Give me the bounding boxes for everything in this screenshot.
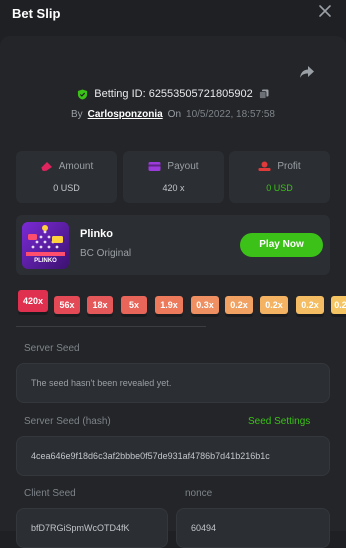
bet-datetime: 10/5/2022, 18:57:58 xyxy=(186,109,275,120)
stat-profit: Profit 0 USD xyxy=(229,151,330,203)
amount-icon xyxy=(40,162,52,171)
stat-amount-value: 0 USD xyxy=(53,183,80,193)
stat-payout-label: Payout xyxy=(167,161,199,172)
multiplier-chip: 0.2x xyxy=(296,296,324,317)
nonce-field[interactable]: 60494 xyxy=(176,508,330,548)
game-thumbnail[interactable]: PLINKO xyxy=(22,222,69,269)
username-link[interactable]: Carlosponzonia xyxy=(88,109,163,120)
seed-settings-link[interactable]: Seed Settings xyxy=(248,416,310,427)
stat-payout: Payout 420 x xyxy=(123,151,224,203)
stat-profit-label: Profit xyxy=(277,161,301,172)
nonce-label: nonce xyxy=(185,488,213,499)
on-label: On xyxy=(167,109,182,120)
stat-amount: Amount 0 USD xyxy=(16,151,117,203)
betting-id: Betting ID: 62553505721805902 xyxy=(94,88,253,100)
multiplier-chip: 5x xyxy=(121,296,147,317)
multiplier-chip: 420x xyxy=(18,290,48,315)
stat-payout-value: 420 x xyxy=(162,183,185,193)
multiplier-chip: 0.2x xyxy=(225,296,253,317)
share-icon[interactable] xyxy=(298,63,316,81)
multiplier-chip: 1.9x xyxy=(155,296,183,317)
by-label: By xyxy=(70,109,83,120)
multiplier-chip: 18x xyxy=(87,296,113,317)
dialog-title: Bet Slip xyxy=(12,6,61,21)
close-icon-glyph xyxy=(319,5,331,17)
game-name: Plinko xyxy=(80,228,114,240)
bet-byline: By Carlosponzonia On 10/5/2022, 18:57:58 xyxy=(0,109,346,120)
multiplier-chip: 0.3x xyxy=(191,296,219,317)
betting-id-row: Betting ID: 62553505721805902 xyxy=(0,88,346,100)
multiplier-chip: 0.2x xyxy=(331,296,346,317)
play-now-button[interactable]: Play Now xyxy=(240,233,323,257)
client-seed-label: Client Seed xyxy=(24,488,76,499)
game-thumbnail-text: PLINKO xyxy=(34,258,57,264)
multiplier-chip: 56x xyxy=(54,296,80,317)
server-seed-hash-label: Server Seed (hash) xyxy=(24,416,111,427)
game-subtitle: BC Original xyxy=(80,248,132,259)
copy-icon[interactable] xyxy=(258,89,269,99)
stat-amount-label: Amount xyxy=(58,161,94,172)
server-seed-field[interactable]: The seed hasn't been revealed yet. xyxy=(16,363,330,403)
divider xyxy=(16,326,206,327)
profit-icon xyxy=(258,161,271,171)
stat-profit-value: 0 USD xyxy=(266,183,293,193)
server-seed-hash-field[interactable]: 4cea646e9f18d6c3af2bbbe0f57de931af4786b7… xyxy=(16,436,330,476)
multiplier-chip: 0.2x xyxy=(260,296,288,317)
server-seed-label: Server Seed xyxy=(24,343,80,354)
close-icon[interactable] xyxy=(318,4,332,18)
client-seed-field[interactable]: bfD7RGiSpmWcOTD4fK xyxy=(16,508,168,548)
verified-shield-icon xyxy=(78,88,88,100)
payout-icon xyxy=(148,162,161,171)
